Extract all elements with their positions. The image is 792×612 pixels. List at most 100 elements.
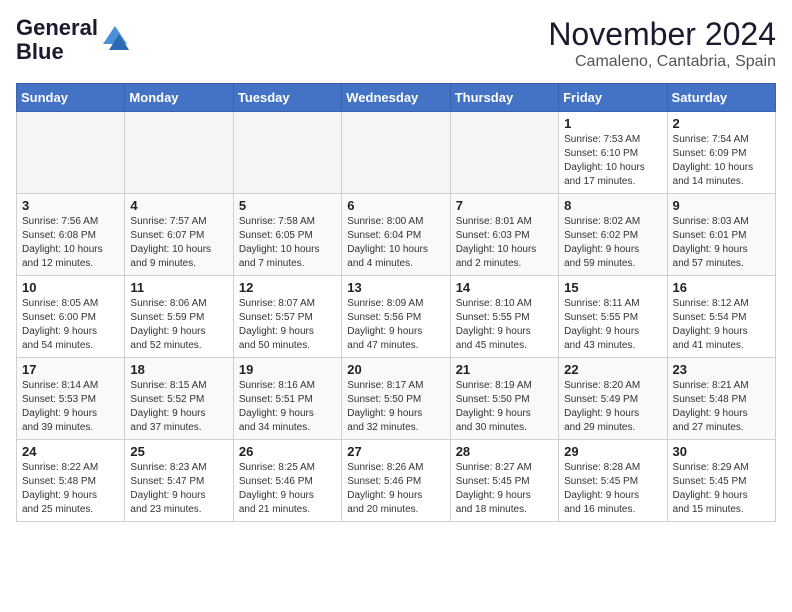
day-info: Sunrise: 7:53 AM Sunset: 6:10 PM Dayligh… xyxy=(564,133,661,189)
day-info: Sunrise: 8:15 AM Sunset: 5:52 PM Dayligh… xyxy=(130,379,227,435)
day-number: 12 xyxy=(239,280,336,295)
calendar-cell: 2 Sunrise: 7:54 AM Sunset: 6:09 PM Daylig… xyxy=(667,112,775,194)
day-info: Sunrise: 8:20 AM Sunset: 5:49 PM Dayligh… xyxy=(564,379,661,435)
calendar-cell: 16 Sunrise: 8:12 AM Sunset: 5:54 PM Dayli… xyxy=(667,276,775,358)
week-row-3: 10Sunrise: 8:05 AM Sunset: 6:00 PM Dayli… xyxy=(17,276,776,358)
calendar-cell: 29 Sunrise: 8:28 AM Sunset: 5:45 PM Dayli… xyxy=(559,440,667,522)
day-number: 2 xyxy=(673,116,770,131)
day-info: Sunrise: 8:05 AM Sunset: 6:00 PM Dayligh… xyxy=(22,297,119,353)
day-info: Sunrise: 8:10 AM Sunset: 5:55 PM Dayligh… xyxy=(456,297,553,353)
day-info: Sunrise: 8:02 AM Sunset: 6:02 PM Dayligh… xyxy=(564,215,661,271)
day-number: 24 xyxy=(22,444,119,459)
day-info: Sunrise: 8:14 AM Sunset: 5:53 PM Dayligh… xyxy=(22,379,119,435)
calendar-cell xyxy=(125,112,233,194)
calendar-cell: 6 Sunrise: 8:00 AM Sunset: 6:04 PM Daylig… xyxy=(342,194,450,276)
day-info: Sunrise: 7:56 AM Sunset: 6:08 PM Dayligh… xyxy=(22,215,119,271)
calendar-cell: 26 Sunrise: 8:25 AM Sunset: 5:46 PM Dayli… xyxy=(233,440,341,522)
day-number: 15 xyxy=(564,280,661,295)
day-number: 3 xyxy=(22,198,119,213)
day-info: Sunrise: 8:23 AM Sunset: 5:47 PM Dayligh… xyxy=(130,461,227,517)
day-number: 25 xyxy=(130,444,227,459)
day-number: 20 xyxy=(347,362,444,377)
day-info: Sunrise: 8:25 AM Sunset: 5:46 PM Dayligh… xyxy=(239,461,336,517)
header-row: SundayMondayTuesdayWednesdayThursdayFrid… xyxy=(17,84,776,112)
day-info: Sunrise: 8:09 AM Sunset: 5:56 PM Dayligh… xyxy=(347,297,444,353)
day-number: 7 xyxy=(456,198,553,213)
day-number: 19 xyxy=(239,362,336,377)
day-info: Sunrise: 8:16 AM Sunset: 5:51 PM Dayligh… xyxy=(239,379,336,435)
calendar-cell: 14 Sunrise: 8:10 AM Sunset: 5:55 PM Dayli… xyxy=(450,276,558,358)
calendar-cell: 22 Sunrise: 8:20 AM Sunset: 5:49 PM Dayli… xyxy=(559,358,667,440)
day-info: Sunrise: 8:07 AM Sunset: 5:57 PM Dayligh… xyxy=(239,297,336,353)
day-number: 4 xyxy=(130,198,227,213)
calendar-cell: 7 Sunrise: 8:01 AM Sunset: 6:03 PM Daylig… xyxy=(450,194,558,276)
calendar-cell: 20Sunrise: 8:17 AM Sunset: 5:50 PM Dayli… xyxy=(342,358,450,440)
day-info: Sunrise: 8:11 AM Sunset: 5:55 PM Dayligh… xyxy=(564,297,661,353)
week-row-4: 17 Sunrise: 8:14 AM Sunset: 5:53 PM Dayli… xyxy=(17,358,776,440)
day-number: 6 xyxy=(347,198,444,213)
day-number: 1 xyxy=(564,116,661,131)
week-row-5: 24 Sunrise: 8:22 AM Sunset: 5:48 PM Dayli… xyxy=(17,440,776,522)
day-number: 13 xyxy=(347,280,444,295)
day-info: Sunrise: 8:21 AM Sunset: 5:48 PM Dayligh… xyxy=(673,379,770,435)
calendar-cell: 17 Sunrise: 8:14 AM Sunset: 5:53 PM Dayli… xyxy=(17,358,125,440)
calendar-cell xyxy=(450,112,558,194)
calendar-cell xyxy=(17,112,125,194)
day-info: Sunrise: 8:12 AM Sunset: 5:54 PM Dayligh… xyxy=(673,297,770,353)
calendar-cell: 15 Sunrise: 8:11 AM Sunset: 5:55 PM Dayli… xyxy=(559,276,667,358)
calendar-cell: 13 Sunrise: 8:09 AM Sunset: 5:56 PM Dayli… xyxy=(342,276,450,358)
day-number: 14 xyxy=(456,280,553,295)
day-number: 16 xyxy=(673,280,770,295)
day-number: 29 xyxy=(564,444,661,459)
header: GeneralBlue November 2024 Camaleno, Cant… xyxy=(16,16,776,71)
calendar-cell: 28 Sunrise: 8:27 AM Sunset: 5:45 PM Dayli… xyxy=(450,440,558,522)
header-cell-wednesday: Wednesday xyxy=(342,84,450,112)
day-info: Sunrise: 7:57 AM Sunset: 6:07 PM Dayligh… xyxy=(130,215,227,271)
calendar-cell: 30 Sunrise: 8:29 AM Sunset: 5:45 PM Dayli… xyxy=(667,440,775,522)
location-title: Camaleno, Cantabria, Spain xyxy=(548,53,776,71)
day-number: 28 xyxy=(456,444,553,459)
day-number: 8 xyxy=(564,198,661,213)
day-info: Sunrise: 8:29 AM Sunset: 5:45 PM Dayligh… xyxy=(673,461,770,517)
logo-icon xyxy=(101,24,129,52)
day-number: 11 xyxy=(130,280,227,295)
day-info: Sunrise: 8:00 AM Sunset: 6:04 PM Dayligh… xyxy=(347,215,444,271)
calendar-cell: 21 Sunrise: 8:19 AM Sunset: 5:50 PM Dayli… xyxy=(450,358,558,440)
header-cell-friday: Friday xyxy=(559,84,667,112)
calendar-cell xyxy=(233,112,341,194)
calendar-cell: 10Sunrise: 8:05 AM Sunset: 6:00 PM Dayli… xyxy=(17,276,125,358)
calendar-cell xyxy=(342,112,450,194)
calendar-cell: 11Sunrise: 8:06 AM Sunset: 5:59 PM Dayli… xyxy=(125,276,233,358)
calendar-cell: 3 Sunrise: 7:56 AM Sunset: 6:08 PM Daylig… xyxy=(17,194,125,276)
day-number: 27 xyxy=(347,444,444,459)
calendar-table: SundayMondayTuesdayWednesdayThursdayFrid… xyxy=(16,83,776,522)
day-number: 26 xyxy=(239,444,336,459)
header-cell-tuesday: Tuesday xyxy=(233,84,341,112)
day-number: 30 xyxy=(673,444,770,459)
title-block: November 2024 Camaleno, Cantabria, Spain xyxy=(548,16,776,71)
day-info: Sunrise: 8:01 AM Sunset: 6:03 PM Dayligh… xyxy=(456,215,553,271)
header-cell-thursday: Thursday xyxy=(450,84,558,112)
calendar-cell: 24 Sunrise: 8:22 AM Sunset: 5:48 PM Dayli… xyxy=(17,440,125,522)
day-info: Sunrise: 8:03 AM Sunset: 6:01 PM Dayligh… xyxy=(673,215,770,271)
week-row-2: 3 Sunrise: 7:56 AM Sunset: 6:08 PM Daylig… xyxy=(17,194,776,276)
day-info: Sunrise: 8:28 AM Sunset: 5:45 PM Dayligh… xyxy=(564,461,661,517)
day-number: 17 xyxy=(22,362,119,377)
day-info: Sunrise: 8:27 AM Sunset: 5:45 PM Dayligh… xyxy=(456,461,553,517)
header-cell-sunday: Sunday xyxy=(17,84,125,112)
calendar-cell: 19 Sunrise: 8:16 AM Sunset: 5:51 PM Dayli… xyxy=(233,358,341,440)
day-number: 5 xyxy=(239,198,336,213)
month-title: November 2024 xyxy=(548,16,776,53)
day-number: 23 xyxy=(673,362,770,377)
day-info: Sunrise: 8:22 AM Sunset: 5:48 PM Dayligh… xyxy=(22,461,119,517)
logo: GeneralBlue xyxy=(16,16,129,64)
calendar-cell: 18Sunrise: 8:15 AM Sunset: 5:52 PM Dayli… xyxy=(125,358,233,440)
day-number: 22 xyxy=(564,362,661,377)
week-row-1: 1 Sunrise: 7:53 AM Sunset: 6:10 PM Daylig… xyxy=(17,112,776,194)
day-number: 21 xyxy=(456,362,553,377)
calendar-cell: 9Sunrise: 8:03 AM Sunset: 6:01 PM Daylig… xyxy=(667,194,775,276)
day-info: Sunrise: 8:19 AM Sunset: 5:50 PM Dayligh… xyxy=(456,379,553,435)
day-info: Sunrise: 8:26 AM Sunset: 5:46 PM Dayligh… xyxy=(347,461,444,517)
day-info: Sunrise: 7:54 AM Sunset: 6:09 PM Dayligh… xyxy=(673,133,770,189)
calendar-cell: 25 Sunrise: 8:23 AM Sunset: 5:47 PM Dayli… xyxy=(125,440,233,522)
